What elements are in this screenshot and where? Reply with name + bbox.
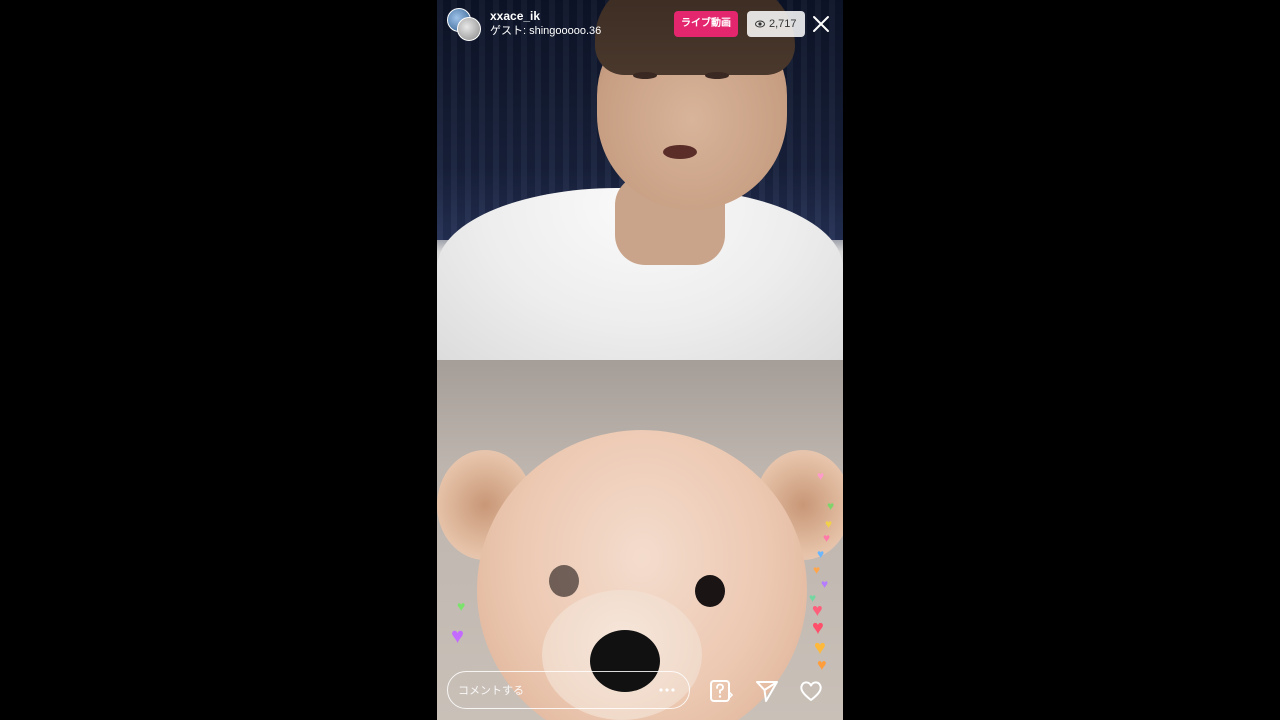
- heart-icon: ♥: [827, 499, 835, 513]
- bear-eye-left: [549, 565, 579, 597]
- host-eye-left: [633, 72, 657, 79]
- heart-icon: ♥: [817, 657, 827, 674]
- heart-icon: ♥: [817, 469, 825, 483]
- top-bar: xxace_ik ゲスト: shingooooo.36 ライブ動画 2,717: [437, 0, 843, 44]
- close-icon[interactable]: [809, 12, 833, 36]
- heart-icon: ♥: [823, 531, 831, 545]
- heart-icon: ♥: [451, 623, 465, 648]
- heart-icon: ♥: [813, 563, 821, 577]
- host-username[interactable]: xxace_ik: [490, 9, 601, 23]
- user-info[interactable]: xxace_ik ゲスト: shingooooo.36: [490, 9, 601, 38]
- live-badge: ライブ動画: [674, 11, 738, 37]
- heart-icon: ♥: [814, 637, 826, 659]
- heart-icon: ♥: [817, 547, 825, 561]
- eye-icon: [755, 20, 765, 28]
- viewer-count-badge[interactable]: 2,717: [747, 11, 805, 37]
- host-eye-right: [705, 72, 729, 79]
- bear-eye-right: [695, 575, 725, 607]
- heart-icon: ♥: [812, 600, 823, 620]
- heart-icon[interactable]: [798, 678, 824, 704]
- host-mouth: [663, 145, 697, 159]
- guest-label[interactable]: ゲスト: shingooooo.36: [490, 24, 601, 38]
- send-icon[interactable]: [754, 678, 780, 704]
- heart-icon: ♥: [821, 577, 829, 591]
- more-icon[interactable]: [655, 678, 679, 702]
- comment-input[interactable]: コメントする: [447, 671, 690, 709]
- heart-icon: ♥: [812, 617, 824, 639]
- question-icon[interactable]: [708, 678, 734, 704]
- host-video: [437, 0, 843, 360]
- avatar-stack[interactable]: [447, 8, 481, 41]
- comment-placeholder[interactable]: コメントする: [458, 682, 655, 698]
- heart-icon: ♥: [825, 517, 833, 531]
- viewer-count: 2,717: [769, 18, 797, 30]
- heart-icon: ♥: [457, 598, 466, 614]
- guest-video: [437, 360, 843, 720]
- live-stream-screen: ♥ ♥ ♥ ♥ ♥ ♥ ♥ ♥ ♥ ♥ ♥ ♥ ♥ ♥ xxace_ik ゲスト…: [437, 0, 843, 720]
- guest-avatar[interactable]: [457, 17, 481, 41]
